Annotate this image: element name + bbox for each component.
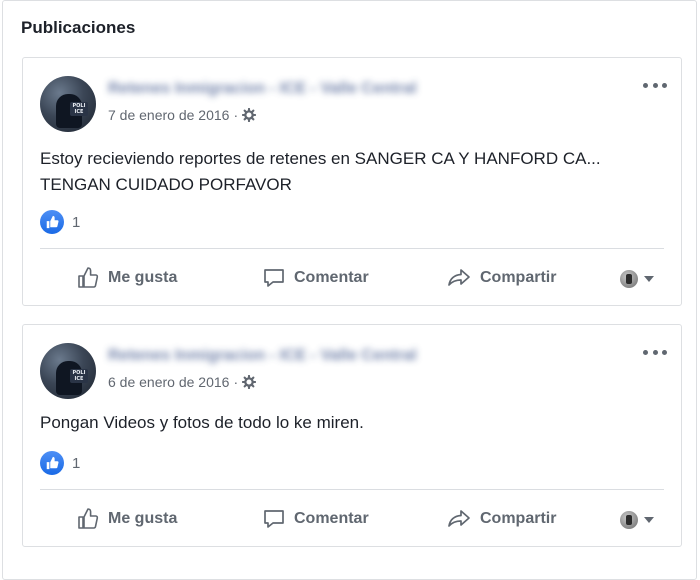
comment-icon	[264, 269, 284, 287]
author-name-link[interactable]: Retenes Inmigracion - ICE - Valle Centra…	[108, 347, 488, 365]
reaction-summary[interactable]: 1	[40, 451, 80, 475]
like-reaction-icon	[40, 451, 64, 475]
chevron-down-icon	[644, 517, 654, 523]
share-button[interactable]: Compartir	[446, 266, 556, 290]
comment-button[interactable]: Comentar	[262, 507, 369, 531]
action-bar: Me gusta Comentar Compartir	[40, 258, 664, 298]
author-name: Retenes Inmigracion - ICE - Valle Centra…	[108, 347, 417, 364]
post-as-selector[interactable]	[620, 270, 654, 288]
gear-icon[interactable]	[242, 375, 257, 389]
gear-icon[interactable]	[242, 108, 257, 122]
like-label: Me gusta	[108, 510, 178, 527]
share-label: Compartir	[480, 269, 557, 286]
like-button[interactable]: Me gusta	[76, 266, 177, 290]
page-avatar-icon	[620, 270, 638, 288]
section-title: Publicaciones	[21, 18, 136, 37]
page-avatar-icon	[620, 511, 638, 529]
meta-separator: ·	[233, 374, 239, 390]
divider	[40, 248, 664, 249]
post-date[interactable]: 6 de enero de 2016	[108, 374, 229, 390]
post-card: POLI ICE Retenes Inmigracion - ICE - Vall…	[22, 57, 682, 306]
share-icon	[448, 269, 470, 286]
comment-label: Comentar	[294, 510, 369, 527]
share-icon	[448, 510, 470, 527]
divider	[40, 489, 664, 490]
post-date[interactable]: 7 de enero de 2016	[108, 107, 229, 123]
post-meta: 6 de enero de 2016 ·	[108, 374, 257, 390]
posts-section: Publicaciones POLI ICE Retenes Inmigracio…	[2, 0, 697, 580]
like-reaction-icon	[40, 210, 64, 234]
share-button[interactable]: Compartir	[446, 507, 556, 531]
meta-separator: ·	[233, 107, 239, 123]
share-label: Compartir	[480, 510, 557, 527]
chevron-down-icon	[644, 276, 654, 282]
reaction-summary[interactable]: 1	[40, 210, 80, 234]
author-name-link[interactable]: Retenes Inmigracion - ICE - Valle Centra…	[108, 80, 488, 98]
author-name: Retenes Inmigracion - ICE - Valle Centra…	[108, 80, 417, 97]
thumbs-up-icon	[78, 508, 99, 529]
author-avatar[interactable]: POLI ICE	[40, 343, 96, 399]
more-options-icon[interactable]	[643, 345, 667, 359]
more-options-icon[interactable]	[643, 78, 667, 92]
post-meta: 7 de enero de 2016 ·	[108, 107, 257, 123]
post-as-selector[interactable]	[620, 511, 654, 529]
comment-icon	[264, 510, 284, 528]
comment-button[interactable]: Comentar	[262, 266, 369, 290]
comment-label: Comentar	[294, 269, 369, 286]
like-button[interactable]: Me gusta	[76, 507, 177, 531]
post-card: POLI ICE Retenes Inmigracion - ICE - Vall…	[22, 324, 682, 547]
reaction-count: 1	[72, 454, 81, 472]
reaction-count: 1	[72, 213, 81, 231]
thumbs-up-icon	[78, 267, 99, 288]
post-text: Pongan Videos y fotos de todo lo ke mire…	[40, 413, 364, 432]
post-text: Estoy recieviendo reportes de retenes en…	[40, 149, 601, 194]
action-bar: Me gusta Comentar Compartir	[40, 499, 664, 539]
like-label: Me gusta	[108, 269, 178, 286]
author-avatar[interactable]: POLI ICE	[40, 76, 96, 132]
